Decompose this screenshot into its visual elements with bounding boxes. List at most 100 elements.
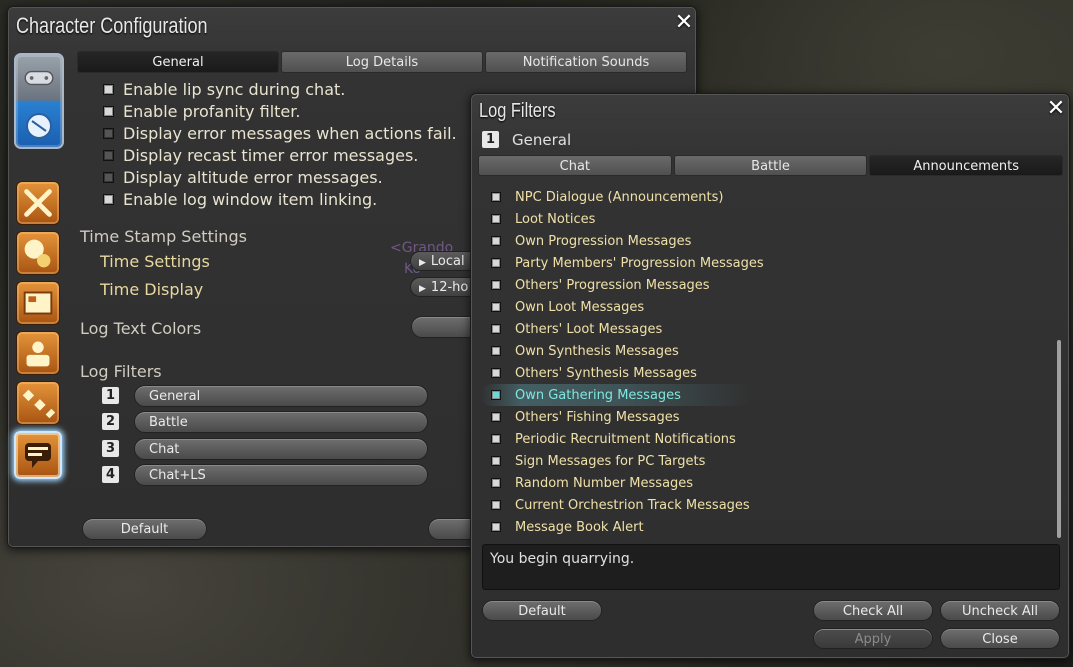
tab-chat[interactable]: Chat [478,155,672,176]
side-tab-hud-icon[interactable] [16,281,60,325]
close-icon[interactable]: ✕ [674,12,694,34]
window-title: Character Configuration [16,13,208,38]
option-altitude-error[interactable]: Display altitude error messages. [103,168,383,187]
time-display-label: Time Display [100,280,204,299]
checkbox[interactable] [491,302,501,312]
list-item[interactable]: Own Synthesis Messages [485,340,1045,362]
default-button[interactable]: Default [82,518,207,540]
list-item[interactable]: Own Loot Messages [485,296,1045,318]
list-item[interactable]: Own Progression Messages [485,230,1045,252]
side-tab-theme-icon[interactable] [16,381,60,425]
log-filters-window: Log Filters ✕ 1 General Chat Battle Anno… [470,93,1070,659]
checkbox[interactable] [491,324,501,334]
time-display-dropdown[interactable]: ▶ 12-ho [410,277,474,297]
log-filters-heading: Log Filters [80,362,162,381]
filter-set-name: General [512,131,572,149]
option-label: Display altitude error messages. [123,168,383,187]
option-lip-sync[interactable]: Enable lip sync during chat. [103,80,345,99]
checkbox[interactable] [491,500,501,510]
checkbox[interactable] [491,236,501,246]
log-filter-chat-ls-button[interactable]: Chat+LS [134,464,428,486]
time-settings-dropdown[interactable]: ▶ Local [410,251,474,271]
list-item[interactable]: Others' Synthesis Messages [485,362,1045,384]
uncheck-all-button[interactable]: Uncheck All [940,600,1060,621]
checkbox[interactable] [103,172,114,183]
list-item[interactable]: Party Members' Progression Messages [485,252,1045,274]
checkbox[interactable] [103,106,114,117]
window-title: Log Filters [479,100,556,122]
dropdown-arrow-icon: ▶ [419,258,426,268]
list-item[interactable]: Others' Progression Messages [485,274,1045,296]
option-label: Display error messages when actions fail… [123,124,457,143]
checkbox[interactable] [491,390,501,400]
preview-text: You begin quarrying. [490,551,635,567]
list-item[interactable]: Current Orchestrion Track Messages [485,494,1045,516]
close-icon[interactable]: ✕ [1046,98,1066,120]
checkbox[interactable] [491,368,501,378]
check-all-button[interactable]: Check All [813,600,933,621]
tab-log-details[interactable]: Log Details [281,51,483,73]
option-item-linking[interactable]: Enable log window item linking. [103,190,377,209]
filter-number-badge: 1 [102,387,119,404]
option-label: Enable lip sync during chat. [123,80,346,99]
checkbox[interactable] [491,280,501,290]
filter-number-badge: 4 [102,466,119,483]
list-item[interactable]: Others' Loot Messages [485,318,1045,340]
checkbox[interactable] [491,456,501,466]
list-item[interactable]: Others' Fishing Messages [485,406,1045,428]
dropdown-value: Local [430,254,465,269]
side-tab-battle-icon[interactable] [16,181,60,225]
dropdown-value: 12-ho [430,280,469,295]
option-label: Enable log window item linking. [123,190,378,209]
log-filter-general-button[interactable]: General [134,385,428,407]
checkbox[interactable] [491,214,501,224]
filter-number-badge: 1 [482,131,499,148]
log-text-colors-button[interactable] [411,316,475,338]
default-button[interactable]: Default [482,600,602,621]
checkbox[interactable] [103,194,114,205]
list-item[interactable]: Loot Notices [485,208,1045,230]
list-scrollbar[interactable] [1057,340,1061,538]
option-label: Enable profanity filter. [123,102,301,121]
tab-notification-sounds[interactable]: Notification Sounds [485,51,687,73]
tab-general[interactable]: General [77,51,279,73]
dropdown-arrow-icon: ▶ [419,284,426,294]
preview-box: You begin quarrying. [482,544,1060,590]
checkbox[interactable] [491,412,501,422]
side-tab-log-window-icon[interactable] [14,431,62,479]
checkbox[interactable] [103,84,114,95]
mouse-icon [22,111,56,141]
checkbox[interactable] [491,478,501,488]
side-tab-items-icon[interactable] [16,231,60,275]
option-label: Display recast timer error messages. [123,146,419,165]
time-settings-label: Time Settings [100,252,210,271]
option-error-messages[interactable]: Display error messages when actions fail… [103,124,457,143]
config-tabs: General Log Details Notification Sounds [77,51,689,73]
tab-battle[interactable]: Battle [673,155,868,176]
log-filter-chat-button[interactable]: Chat [134,438,428,460]
list-item-selected[interactable]: Own Gathering Messages [481,384,751,406]
close-button[interactable]: Close [940,628,1060,649]
log-filter-tabs: Chat Battle Announcements [478,155,1065,176]
log-filter-battle-button[interactable]: Battle [134,411,428,433]
side-tab-character-icon[interactable] [16,331,60,375]
checkbox[interactable] [491,346,501,356]
filter-number-badge: 2 [102,413,119,430]
list-item[interactable]: Sign Messages for PC Targets [485,450,1045,472]
tab-announcements[interactable]: Announcements [869,155,1064,176]
list-item[interactable]: Random Number Messages [485,472,1045,494]
checkbox[interactable] [491,258,501,268]
checkbox[interactable] [103,150,114,161]
checkbox[interactable] [491,192,501,202]
option-recast-timer[interactable]: Display recast timer error messages. [103,146,418,165]
checkbox[interactable] [103,128,114,139]
checkbox[interactable] [491,434,501,444]
list-item[interactable]: NPC Dialogue (Announcements) [485,186,1045,208]
checkbox[interactable] [491,522,501,532]
list-item[interactable]: Message Book Alert [485,516,1045,538]
option-profanity-filter[interactable]: Enable profanity filter. [103,102,300,121]
list-item[interactable]: Periodic Recruitment Notifications [485,428,1045,450]
apply-button[interactable]: Apply [813,628,933,649]
message-type-list: NPC Dialogue (Announcements) Loot Notice… [471,186,1071,542]
filter-number-badge: 3 [102,440,119,457]
